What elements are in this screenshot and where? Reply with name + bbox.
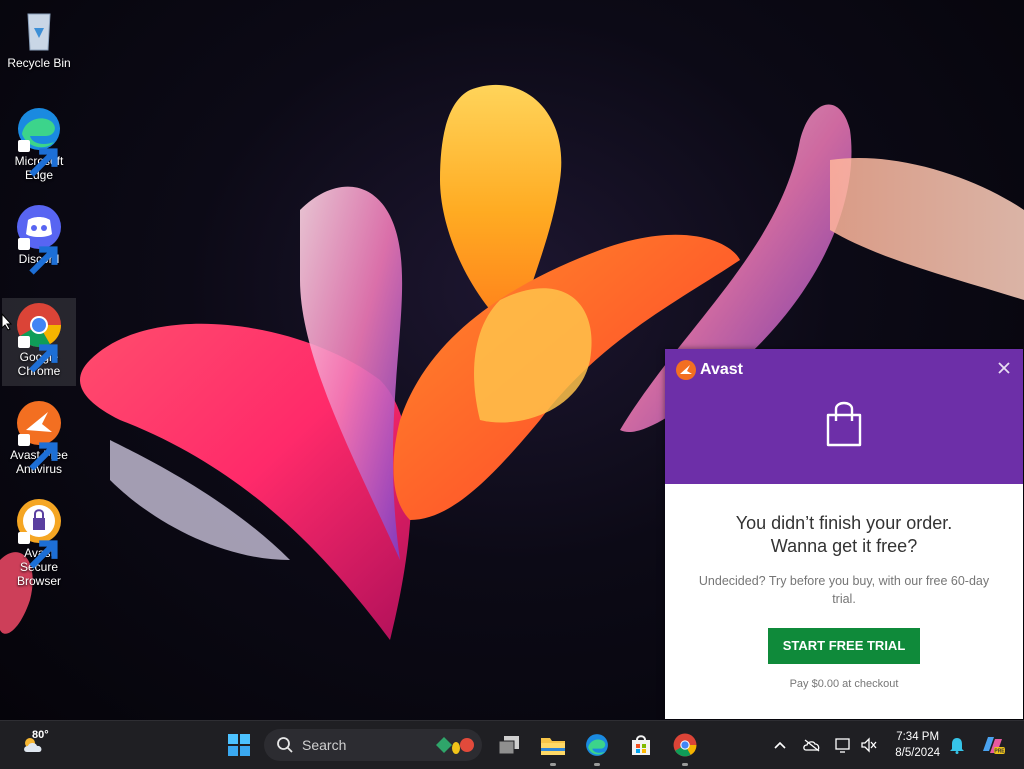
chevron-up-icon (774, 741, 786, 749)
svg-text:PRE: PRE (994, 749, 1005, 755)
search-highlight-icon (436, 737, 474, 754)
edge-icon (586, 734, 608, 756)
task-view-icon (498, 736, 519, 755)
shopping-bag-icon (823, 399, 865, 454)
chrome-icon (673, 733, 697, 757)
taskbar-clock[interactable]: 7:34 PM 8/5/2024 (895, 721, 940, 769)
taskbar-app-file-explorer[interactable] (534, 721, 572, 769)
recycle-bin-icon (14, 8, 64, 54)
display-icon (835, 738, 850, 753)
taskbar-search[interactable]: Search (264, 729, 482, 761)
search-icon (277, 737, 293, 753)
start-free-trial-button[interactable]: START FREE TRIAL (768, 628, 920, 664)
running-indicator (594, 763, 600, 766)
shortcut-arrow-icon (18, 434, 58, 471)
desktop-icon-recycle-bin[interactable]: Recycle Bin (2, 4, 76, 92)
avast-browser-icon (14, 498, 64, 569)
search-label: Search (302, 737, 347, 753)
chrome-icon (14, 302, 64, 373)
avast-antivirus-icon (14, 400, 64, 471)
brand-name: Avast (700, 361, 743, 378)
store-icon (632, 735, 650, 755)
desktop-icon-avast-secure-browser[interactable]: Avast Secure Browser (2, 494, 76, 588)
headline-line-1: You didn’t finish your order. (735, 513, 953, 533)
shortcut-arrow-icon (18, 140, 58, 177)
close-button[interactable] (997, 359, 1011, 380)
popup-headline: You didn’t finish your order. Wanna get … (665, 512, 1023, 558)
weather-temp: 80° (32, 729, 49, 741)
popup-header: Avast (665, 349, 1023, 484)
shortcut-arrow-icon (18, 336, 58, 373)
speaker-muted-icon (861, 737, 877, 753)
copilot-icon: PRE (983, 737, 1005, 755)
tray-display[interactable] (832, 721, 854, 769)
task-view-button[interactable] (490, 721, 528, 769)
taskbar-app-edge[interactable] (578, 721, 616, 769)
popup-body: You didn’t finish your order. Wanna get … (665, 512, 1023, 690)
clock-time: 7:34 PM (896, 731, 940, 743)
shortcut-arrow-icon (18, 238, 58, 275)
notifications-button[interactable] (946, 721, 968, 769)
desktop-icon-google-chrome[interactable]: Google Chrome (2, 298, 76, 386)
weather-widget[interactable]: 80° (14, 721, 54, 769)
desktop-icon-microsoft-edge[interactable]: Microsoft Edge (2, 102, 76, 190)
avast-logo-icon (676, 360, 696, 380)
discord-icon (14, 204, 64, 275)
tray-onedrive[interactable] (800, 721, 824, 769)
desktop-icon-avast-free-antivirus[interactable]: Avast Free Antivirus (2, 396, 76, 484)
taskbar-app-store[interactable] (622, 721, 660, 769)
file-explorer-icon (541, 738, 565, 755)
notification-bell-icon (950, 738, 964, 754)
clock-date: 8/5/2024 (895, 747, 940, 759)
tray-volume[interactable] (858, 721, 880, 769)
mouse-cursor-icon (1, 312, 13, 336)
taskbar-app-chrome[interactable] (666, 721, 704, 769)
desktop-icon-discord[interactable]: Discord (2, 200, 76, 288)
running-indicator (682, 763, 688, 766)
onedrive-icon (803, 739, 820, 752)
checkout-note: Pay $0.00 at checkout (789, 678, 899, 690)
start-button[interactable] (222, 721, 256, 769)
running-indicator (550, 763, 556, 766)
close-icon (998, 362, 1010, 374)
copilot-button[interactable]: PRE (978, 721, 1008, 769)
desktop-icon-label: Recycle Bin (7, 56, 71, 70)
shortcut-arrow-icon (18, 532, 58, 569)
edge-icon (14, 106, 64, 177)
start-icon (228, 734, 250, 756)
avast-offer-popup: Avast You didn’t finish your order. Wann… (665, 349, 1023, 719)
taskbar: 80° Search 7:34 PM 8/5/2024 PRE (0, 720, 1024, 769)
headline-line-2: Wanna get it free? (770, 536, 918, 556)
avast-brand: Avast (676, 360, 743, 380)
popup-subtext: Undecided? Try before you buy, with our … (698, 574, 990, 606)
show-hidden-icons-button[interactable] (770, 721, 790, 769)
